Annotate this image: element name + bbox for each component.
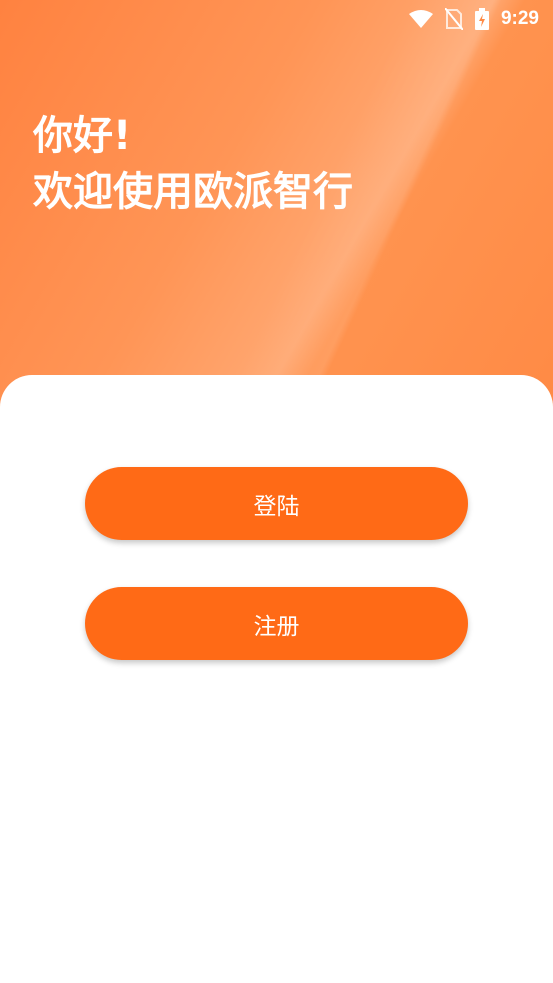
no-sim-icon [444, 8, 463, 30]
status-bar: 9:29 [0, 0, 553, 38]
welcome-screen: 9:29 你好! 欢迎使用欧派智行 登陆 注册 [0, 0, 553, 983]
wifi-icon [408, 10, 433, 28]
greeting-hello: 你好! [33, 113, 132, 159]
battery-charging-icon [474, 8, 489, 30]
action-card: 登陆 注册 [0, 375, 553, 983]
register-button[interactable]: 注册 [85, 587, 468, 660]
greeting-welcome: 欢迎使用欧派智行 [33, 169, 353, 215]
greeting: 你好! 欢迎使用欧派智行 [33, 108, 353, 220]
status-time: 9:29 [500, 8, 539, 29]
login-button[interactable]: 登陆 [85, 467, 468, 540]
